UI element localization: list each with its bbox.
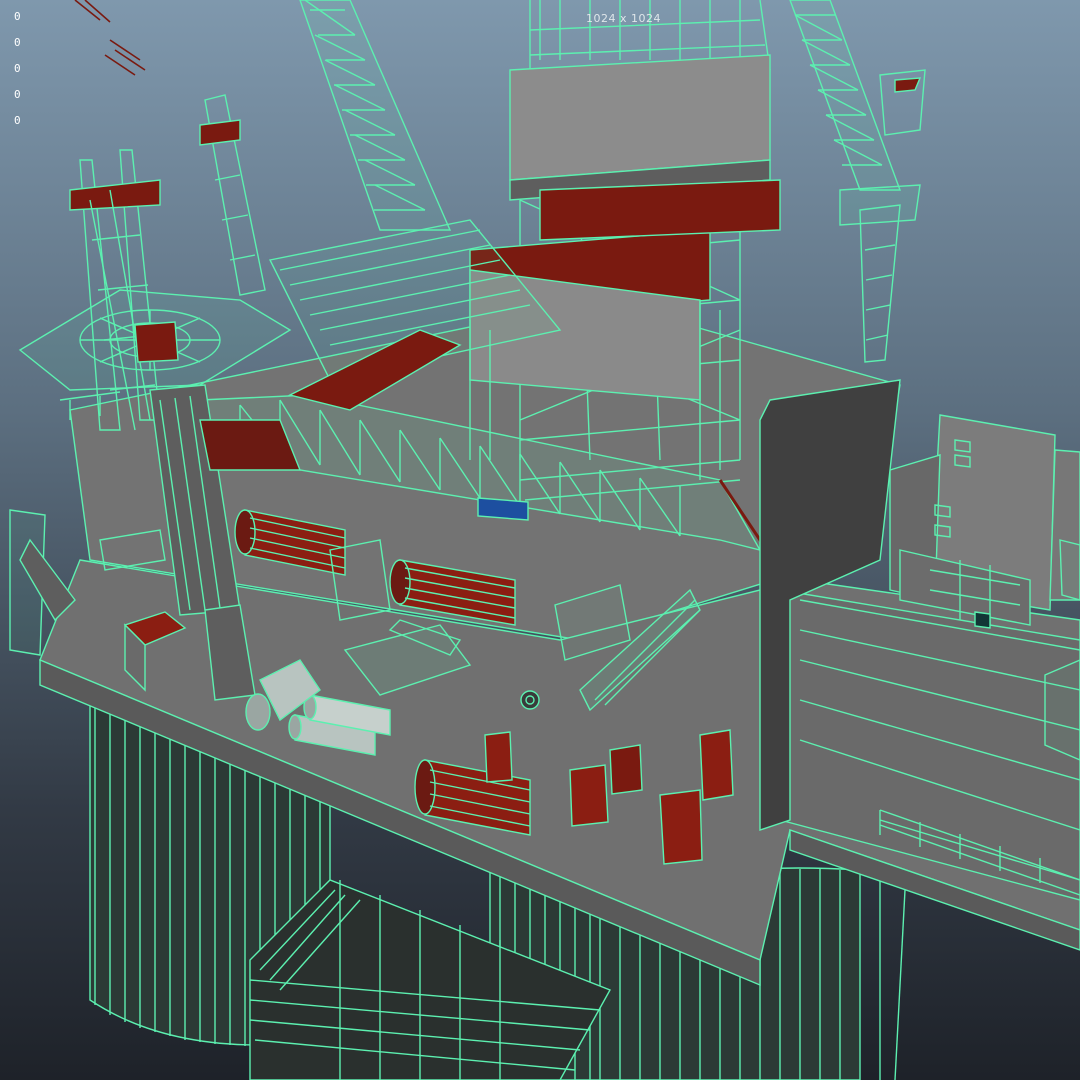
center-flare-stack[interactable] [199, 94, 266, 296]
hud-stat-tris: 0 [14, 88, 21, 101]
right-lattice-crane-boom[interactable] [789, 0, 902, 191]
3d-viewport[interactable]: 0 0 0 0 0 1024 x 1024 [0, 0, 1080, 1080]
viewport-scene [9, 0, 1080, 1080]
accommodation-module[interactable] [889, 414, 1080, 629]
resolution-gate-label: 1024 x 1024 [586, 12, 661, 25]
hud-stat-edges: 0 [14, 36, 21, 49]
hud-poly-count: 0 0 0 0 0 [14, 4, 21, 134]
blue-container[interactable] [477, 497, 529, 521]
hud-stat-verts: 0 [14, 10, 21, 23]
wellhead-hatch[interactable] [520, 690, 540, 710]
hud-stat-uvs: 0 [14, 114, 21, 127]
left-lattice-crane-boom[interactable] [299, 0, 452, 231]
helideck-red-ladder [74, 0, 146, 76]
hud-stat-faces: 0 [14, 62, 21, 75]
